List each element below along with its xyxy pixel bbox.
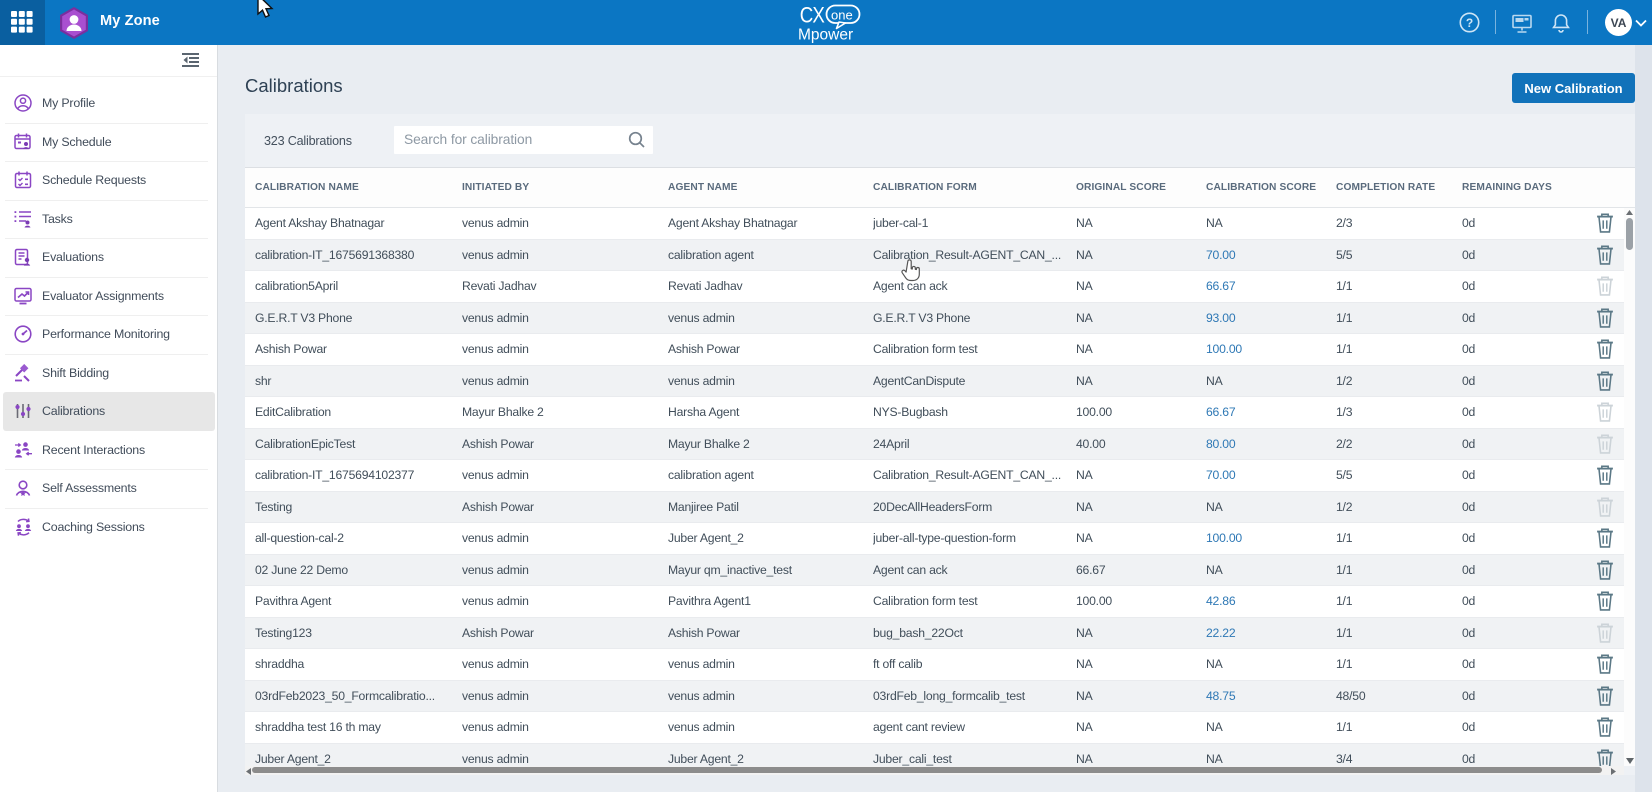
svg-text:one: one — [831, 8, 853, 23]
svg-text:CX: CX — [800, 4, 825, 28]
svg-text:Mpower: Mpower — [798, 27, 853, 44]
svg-text:?: ? — [1466, 16, 1473, 30]
